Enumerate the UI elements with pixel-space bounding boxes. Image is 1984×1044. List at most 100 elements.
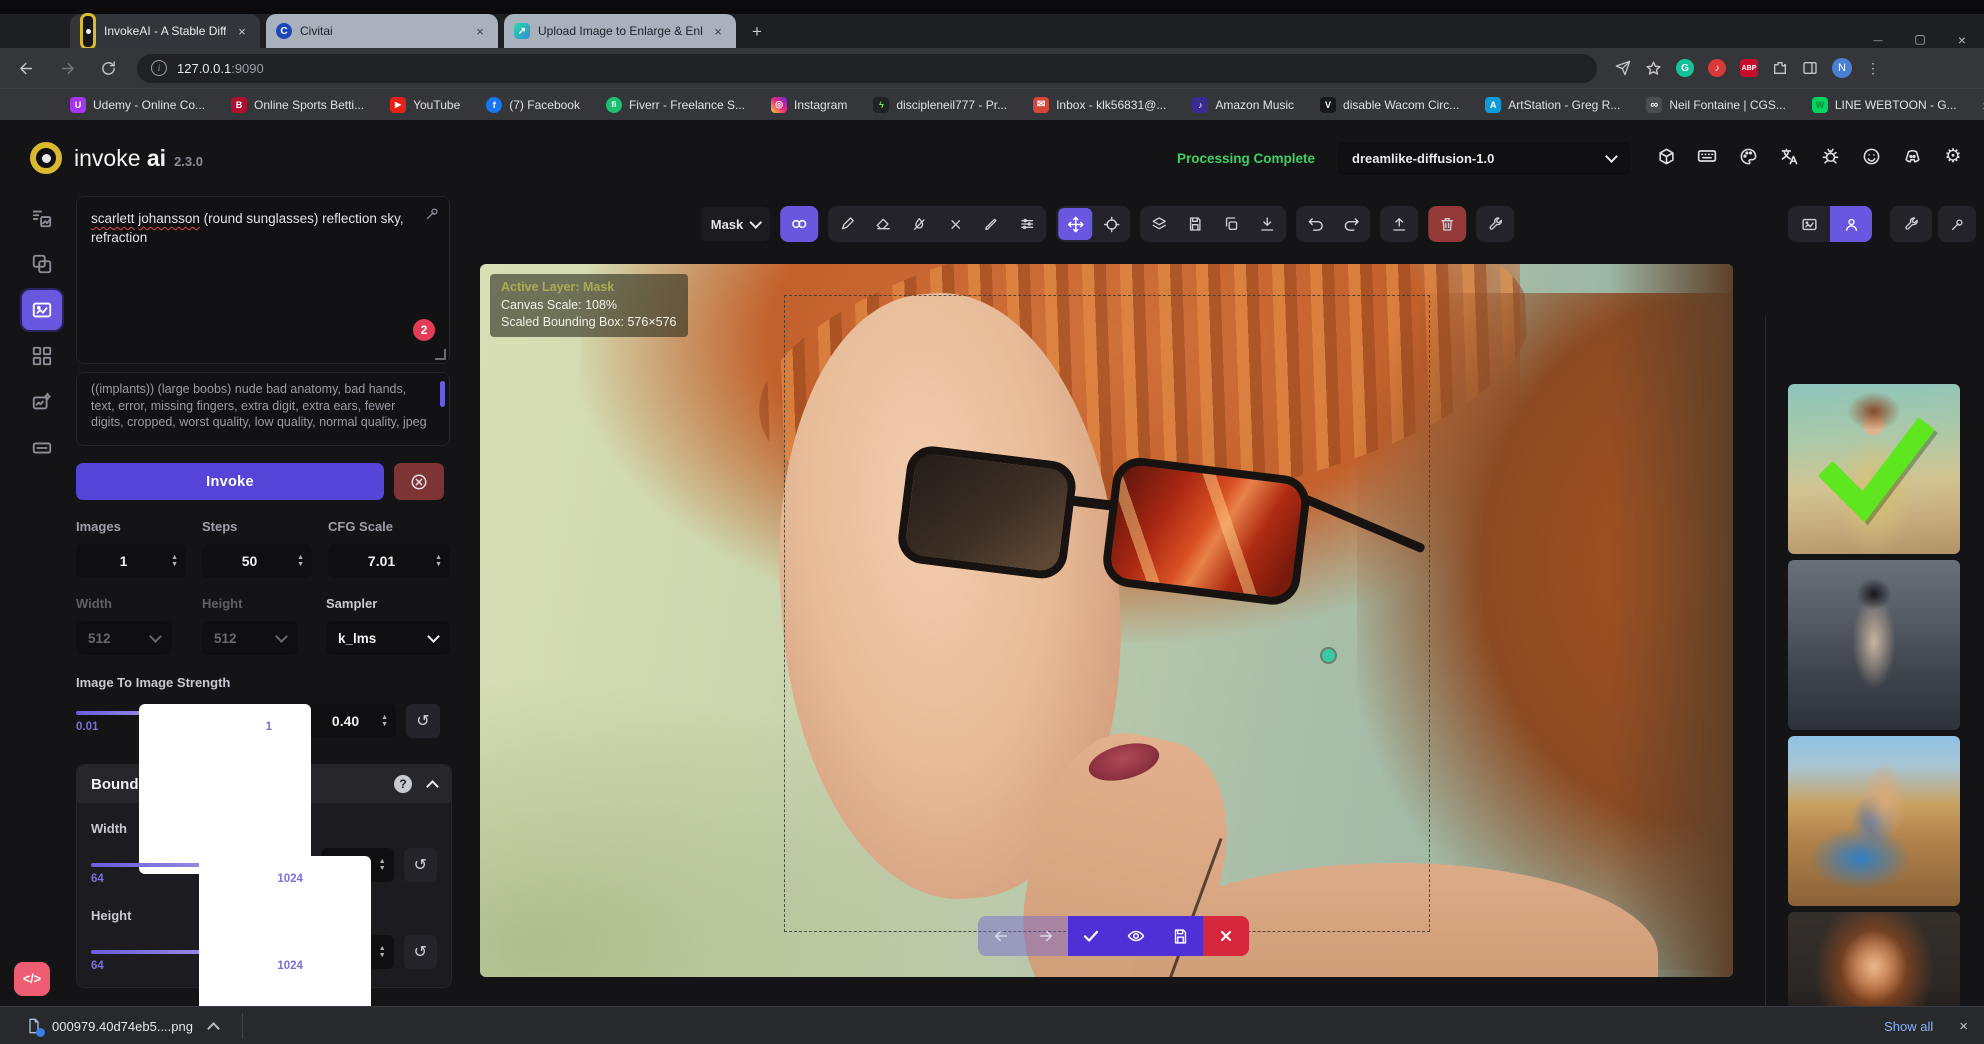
- gallery-images-button[interactable]: [1788, 206, 1830, 242]
- save-to-gallery-button[interactable]: [1178, 208, 1212, 240]
- bookmark-item[interactable]: f(7) Facebook: [486, 97, 580, 113]
- profile-avatar[interactable]: N: [1832, 58, 1852, 78]
- browser-tab-civitai[interactable]: C Civitai: [266, 14, 498, 48]
- strength-slider[interactable]: 0.01 1: [76, 711, 272, 715]
- upload-button[interactable]: [1380, 206, 1418, 242]
- invoke-button[interactable]: Invoke: [76, 463, 384, 500]
- site-info-icon[interactable]: i: [151, 60, 167, 76]
- undo-button[interactable]: [1298, 208, 1332, 240]
- canvas-settings-button[interactable]: [1476, 206, 1514, 242]
- tab-post-processing[interactable]: [22, 382, 62, 422]
- color-picker-button[interactable]: [974, 208, 1008, 240]
- extensions-puzzle-icon[interactable]: [1772, 60, 1788, 76]
- report-bug-icon[interactable]: [1820, 146, 1840, 166]
- gallery-thumbnail[interactable]: [1788, 560, 1960, 730]
- stepper[interactable]: [435, 554, 442, 568]
- maximize-icon[interactable]: [1912, 32, 1928, 48]
- tab-close-icon[interactable]: [710, 23, 726, 39]
- stepper[interactable]: [171, 554, 178, 568]
- bookmark-item[interactable]: BOnline Sports Betti...: [231, 97, 364, 113]
- grammarly-extension-icon[interactable]: G: [1676, 59, 1694, 77]
- gallery-settings-button[interactable]: [1890, 206, 1932, 242]
- pin-gallery-button[interactable]: [1938, 206, 1976, 242]
- console-toggle-button[interactable]: </>: [14, 962, 50, 996]
- images-input[interactable]: 1: [76, 544, 186, 578]
- resize-handle[interactable]: [435, 349, 446, 360]
- github-icon[interactable]: [1861, 146, 1881, 166]
- stepper[interactable]: [297, 554, 304, 568]
- tab-close-icon[interactable]: [472, 23, 488, 39]
- new-tab-button[interactable]: +: [744, 19, 770, 45]
- width-select[interactable]: 512: [76, 621, 172, 655]
- cfg-scale-input[interactable]: 7.01: [328, 544, 450, 578]
- scrollbar-thumb[interactable]: [440, 381, 445, 407]
- address-bar[interactable]: i 127.0.0.1:9090: [137, 54, 1597, 83]
- eraser-tool-button[interactable]: [866, 208, 900, 240]
- tab-close-icon[interactable]: [234, 23, 250, 39]
- bookmark-star-icon[interactable]: [1645, 60, 1662, 77]
- bookmark-item[interactable]: ∞Neil Fontaine | CGS...: [1646, 97, 1786, 113]
- bookmark-item[interactable]: AArtStation - Greg R...: [1485, 97, 1620, 113]
- collapse-chevron-icon[interactable]: [426, 780, 439, 793]
- gallery-results-button[interactable]: [1830, 206, 1872, 242]
- strength-input[interactable]: 0.40: [310, 704, 396, 738]
- bookmark-item[interactable]: UUdemy - Online Co...: [70, 97, 205, 113]
- height-select[interactable]: 512: [202, 621, 298, 655]
- tab-text-to-image[interactable]: [22, 198, 62, 238]
- bounding-box-selection[interactable]: [784, 295, 1430, 932]
- merge-visible-button[interactable]: [1142, 208, 1176, 240]
- adblock-extension-icon[interactable]: ABP: [1740, 59, 1758, 77]
- browser-tab-invokeai[interactable]: InvokeAI - A Stable Diffusion Too: [70, 14, 260, 48]
- show-all-link[interactable]: Show all: [1884, 1019, 1933, 1034]
- browser-tab-upscale[interactable]: ↗ Upload Image to Enlarge & Enh: [504, 14, 736, 48]
- gallery-thumbnail[interactable]: [1788, 736, 1960, 906]
- stepper[interactable]: [379, 945, 386, 959]
- reset-bbox-height-icon[interactable]: [404, 935, 437, 969]
- bookmark-item[interactable]: fiFiverr - Freelance S...: [606, 97, 745, 113]
- brush-options-button[interactable]: [1010, 208, 1044, 240]
- prompt-input[interactable]: scarlett johansson (round sunglasses) re…: [76, 196, 450, 364]
- slider-thumb[interactable]: [139, 704, 311, 874]
- previous-staging-image-button[interactable]: [978, 916, 1023, 956]
- tab-unified-canvas[interactable]: [22, 290, 62, 330]
- layer-select[interactable]: Mask: [701, 207, 771, 241]
- share-icon[interactable]: [1615, 60, 1631, 76]
- bookmark-item[interactable]: ◎Instagram: [771, 97, 847, 113]
- browser-menu-icon[interactable]: [1866, 60, 1880, 77]
- forward-icon[interactable]: [59, 60, 76, 77]
- reset-strength-icon[interactable]: [406, 704, 440, 738]
- bookmark-item[interactable]: ▶YouTube: [390, 97, 460, 113]
- tab-image-to-image[interactable]: [22, 244, 62, 284]
- bookmark-item[interactable]: Vdisable Wacom Circ...: [1320, 97, 1459, 113]
- reset-bbox-width-icon[interactable]: [404, 848, 437, 882]
- model-manager-icon[interactable]: [1656, 146, 1676, 166]
- erase-bbox-button[interactable]: [938, 208, 972, 240]
- sampler-select[interactable]: k_lms: [326, 621, 450, 655]
- bookmark-item[interactable]: ✉Inbox - klk56831@...: [1033, 97, 1166, 113]
- mask-toggle-button[interactable]: [780, 206, 818, 242]
- gallery-thumbnail-selected[interactable]: [1788, 384, 1960, 554]
- minimize-icon[interactable]: [1870, 32, 1886, 48]
- bbox-width-slider[interactable]: 64 1024: [91, 863, 303, 867]
- accept-staging-button[interactable]: [1068, 916, 1113, 956]
- stepper[interactable]: [379, 858, 386, 872]
- reset-view-button[interactable]: [1094, 208, 1128, 240]
- close-window-icon[interactable]: [1954, 32, 1970, 48]
- file-menu-chevron-icon[interactable]: [207, 1022, 220, 1035]
- close-downloads-bar-icon[interactable]: [1959, 1018, 1968, 1035]
- next-staging-image-button[interactable]: [1023, 916, 1068, 956]
- tab-nodes[interactable]: [22, 336, 62, 376]
- help-icon[interactable]: ?: [394, 775, 412, 793]
- move-tool-button[interactable]: [1058, 208, 1092, 240]
- language-translate-icon[interactable]: [1779, 146, 1799, 166]
- show-hide-staging-button[interactable]: [1113, 916, 1158, 956]
- mute-extension-icon[interactable]: ♪: [1708, 59, 1726, 77]
- brush-tool-button[interactable]: [830, 208, 864, 240]
- bookmark-item[interactable]: ϟdiscipleneil777 - Pr...: [873, 97, 1007, 113]
- fill-bbox-button[interactable]: [902, 208, 936, 240]
- reload-icon[interactable]: [100, 60, 117, 77]
- discord-icon[interactable]: [1902, 146, 1922, 166]
- bbox-height-slider[interactable]: 64 1024: [91, 950, 303, 954]
- tab-training[interactable]: [22, 428, 62, 468]
- model-select[interactable]: dreamlike-diffusion-1.0: [1338, 142, 1630, 175]
